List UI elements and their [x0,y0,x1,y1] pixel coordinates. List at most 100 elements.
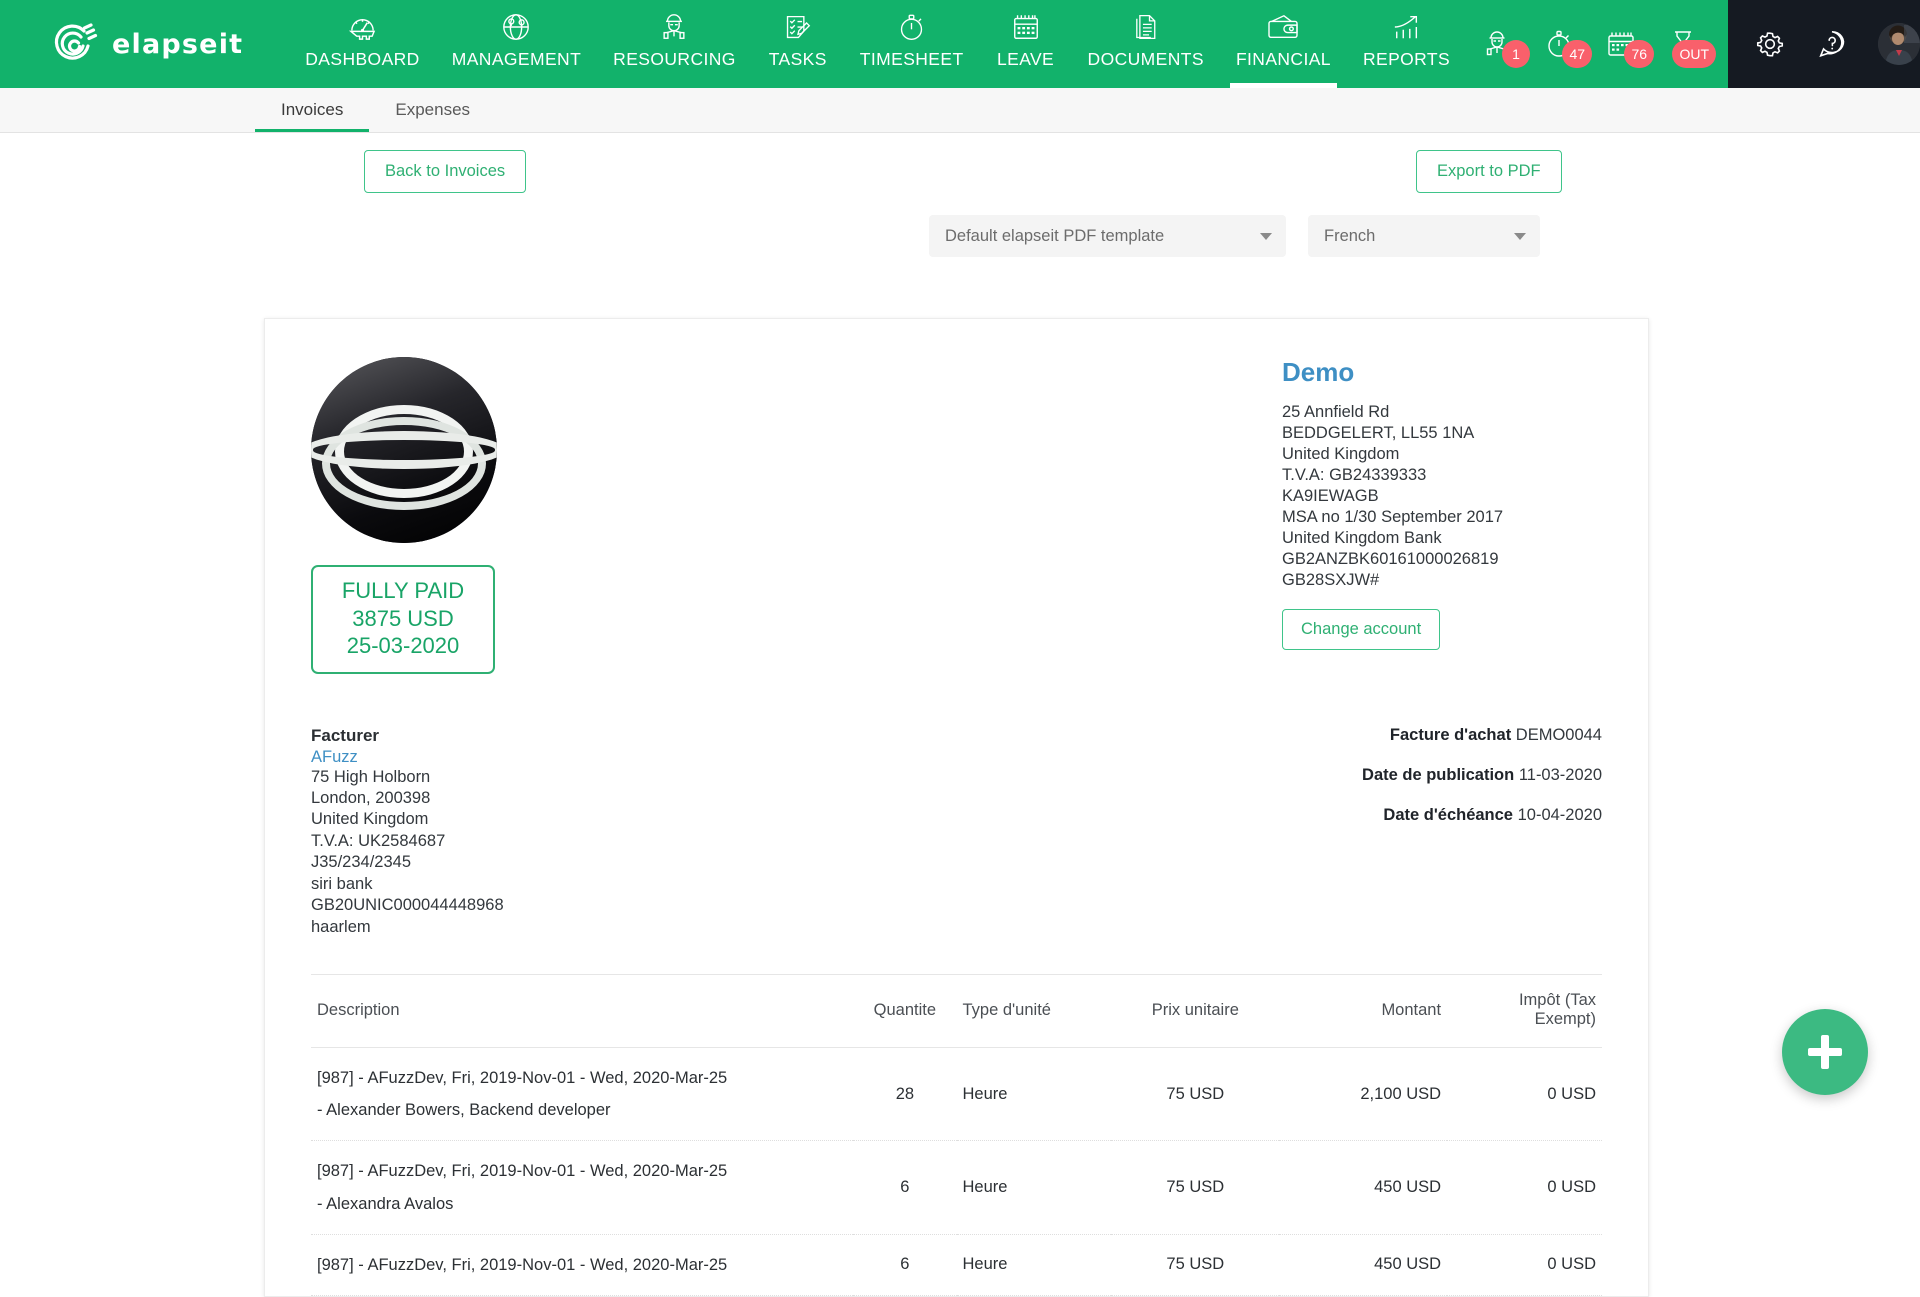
status-badge: FULLY PAID 3875 USD 25-03-2020 [311,565,495,674]
issuer-address-line: MSA no 1/30 September 2017 [1282,507,1602,528]
cell-unit-type: Heure [957,1234,1112,1295]
bill-to-line: haarlem [311,917,504,938]
table-row: [987] - AFuzzDev, Fri, 2019-Nov-01 - Wed… [311,1048,1602,1141]
cell-tax: 0 USD [1447,1048,1602,1141]
issuer-block: Demo 25 Annfield Rd BEDDGELERT, LL55 1NA… [1282,357,1602,650]
wallet-icon [1265,11,1301,43]
invoice-meta-block: Facture d'achat DEMO0044 Date de publica… [1362,726,1602,846]
change-account-button[interactable]: Change account [1282,609,1440,650]
bill-to-block: Facturer AFuzz 75 High Holborn London, 2… [311,726,504,939]
issuer-address-line: KA9IEWAGB [1282,486,1602,507]
chevron-down-icon [1260,233,1272,240]
nav-item-tasks[interactable]: TASKS [752,0,844,88]
bar-chart-arrow-icon [1389,11,1425,43]
cell-amount: 2,100 USD [1279,1048,1447,1141]
nav-item-documents[interactable]: DOCUMENTS [1072,0,1220,88]
meta-row: Date de publication 11-03-2020 [1362,766,1602,785]
chevron-down-icon [1514,233,1526,240]
globe-icon [498,11,534,43]
cell-unit-type: Heure [957,1048,1112,1141]
nav-label: DASHBOARD [305,49,419,88]
tab-label: Invoices [281,100,343,120]
back-to-invoices-button[interactable]: Back to Invoices [364,150,526,193]
cell-unit-type: Heure [957,1141,1112,1234]
desc-line-1: [987] - AFuzzDev, Fri, 2019-Nov-01 - Wed… [317,1062,847,1094]
tab-label: Expenses [395,100,470,120]
bill-to-line: GB20UNIC000044448968 [311,895,504,916]
tab-expenses[interactable]: Expenses [369,88,496,132]
export-to-pdf-button[interactable]: Export to PDF [1416,150,1562,193]
action-row [0,133,1920,205]
help-question-icon[interactable] [1816,28,1848,60]
status-date: 25-03-2020 [317,632,489,660]
table-body: [987] - AFuzzDev, Fri, 2019-Nov-01 - Wed… [311,1048,1602,1296]
add-button-fab[interactable] [1782,1009,1868,1095]
bill-to-company-link[interactable]: AFuzz [311,748,504,767]
table-head: Description Quantite Type d'unité Prix u… [311,975,1602,1048]
bill-to-line: United Kingdom [311,809,504,830]
issuer-address-line: T.V.A: GB24339333 [1282,465,1602,486]
col-description: Description [311,975,853,1048]
brand-logo[interactable]: elapseit [0,0,271,88]
nav-label: RESOURCING [613,49,736,88]
sub-tab-bar: Invoices Expenses [0,88,1920,133]
nav-label: REPORTS [1363,49,1450,88]
checklist-pencil-icon [780,11,816,43]
avatar[interactable] [1878,23,1920,65]
col-amount: Montant [1279,975,1447,1048]
cell-amount: 450 USD [1279,1234,1447,1295]
table-row: [987] - AFuzzDev, Fri, 2019-Nov-01 - Wed… [311,1141,1602,1234]
status-amount: 3875 USD [317,605,489,633]
notif-leave[interactable]: 76 [1600,23,1642,65]
right-utility-panel [1728,0,1920,88]
pdf-language-select[interactable]: French [1308,215,1540,257]
bill-to-line: J35/234/2345 [311,852,504,873]
meta-value: 10-04-2020 [1518,806,1602,824]
invoice-parties: Facturer AFuzz 75 High Holborn London, 2… [311,726,1602,939]
nav-item-leave[interactable]: LEAVE [980,0,1072,88]
nav-label: LEAVE [997,49,1054,88]
stopwatch-icon [894,11,930,43]
meta-label: Date de publication [1362,766,1514,784]
main-nav-items: DASHBOARD MANAGEMENT [271,0,1466,88]
bill-to-line: 75 High Holborn [311,767,504,788]
col-quantity: Quantite [853,975,956,1048]
cell-tax: 0 USD [1447,1141,1602,1234]
issuer-address-line: BEDDGELERT, LL55 1NA [1282,423,1602,444]
col-unit-type: Type d'unité [957,975,1112,1048]
nav-label: MANAGEMENT [452,49,581,88]
notif-timesheet[interactable]: 47 [1538,23,1580,65]
invoice-preview-card: FULLY PAID 3875 USD 25-03-2020 Demo 25 A… [264,318,1649,1297]
nav-item-timesheet[interactable]: TIMESHEET [844,0,980,88]
nav-label: TASKS [769,49,827,88]
plus-icon [1808,1035,1842,1069]
nav-item-dashboard[interactable]: DASHBOARD [289,0,435,88]
meta-value: DEMO0044 [1516,726,1602,744]
gear-icon[interactable] [1754,28,1786,60]
desc-line-2: - Alexander Bowers, Backend developer [317,1094,847,1126]
nav-item-management[interactable]: MANAGEMENT [436,0,597,88]
pdf-template-select[interactable]: Default elapseit PDF template [929,215,1286,257]
notif-badge: 76 [1624,40,1654,68]
notif-resourcing[interactable]: 1 [1476,23,1518,65]
meta-row: Facture d'achat DEMO0044 [1362,726,1602,745]
desc-line-1: [987] - AFuzzDev, Fri, 2019-Nov-01 - Wed… [317,1155,847,1187]
invoice-line-items-table: Description Quantite Type d'unité Prix u… [311,974,1602,1296]
nav-item-reports[interactable]: REPORTS [1347,0,1466,88]
col-unit-price: Prix unitaire [1111,975,1279,1048]
nav-item-resourcing[interactable]: RESOURCING [597,0,752,88]
nav-item-financial[interactable]: FINANCIAL [1220,0,1347,88]
nav-label: FINANCIAL [1236,49,1331,88]
bill-to-line: London, 200398 [311,788,504,809]
cell-quantity: 6 [853,1141,956,1234]
pdf-template-value: Default elapseit PDF template [945,227,1164,246]
notification-icons: 1 47 76 [1466,0,1728,88]
desc-line-1: [987] - AFuzzDev, Fri, 2019-Nov-01 - Wed… [317,1249,847,1281]
cell-quantity: 6 [853,1234,956,1295]
meta-label: Facture d'achat [1390,726,1511,744]
tab-invoices[interactable]: Invoices [255,88,369,132]
brand-name: elapseit [112,29,243,60]
issuer-name: Demo [1282,357,1602,388]
notif-clock-out[interactable]: OUT [1662,23,1704,65]
cell-quantity: 28 [853,1048,956,1141]
